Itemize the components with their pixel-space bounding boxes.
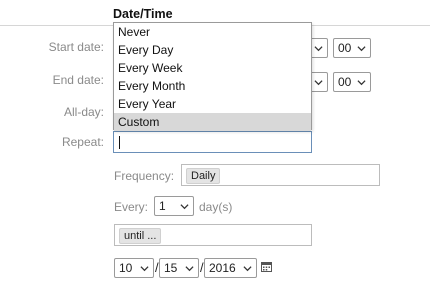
until-month-value: 10 <box>119 261 133 275</box>
frequency-value[interactable]: Daily <box>186 168 221 184</box>
option-every-month[interactable]: Every Month <box>114 77 311 95</box>
calendar-icon[interactable] <box>261 261 272 272</box>
option-every-week[interactable]: Every Week <box>114 59 311 77</box>
start-minute-select[interactable]: 00 <box>333 38 371 58</box>
every-unit-label: day(s) <box>199 200 233 214</box>
until-day-value: 15 <box>164 261 178 275</box>
end-minute-select[interactable]: 00 <box>333 72 371 92</box>
every-label: Every: <box>114 200 149 214</box>
until-day-select[interactable]: 15 <box>159 258 199 278</box>
until-year-value: 2016 <box>209 261 236 275</box>
start-date-label: Start date: <box>48 40 104 54</box>
chevron-down-icon <box>357 80 366 86</box>
every-interval-select[interactable]: 1 <box>154 196 194 216</box>
until-year-select[interactable]: 2016 <box>204 258 257 278</box>
chevron-down-icon <box>314 80 323 86</box>
option-every-year[interactable]: Every Year <box>114 95 311 113</box>
until-field[interactable]: until ... <box>114 224 312 246</box>
text-caret <box>119 136 120 149</box>
option-every-day[interactable]: Every Day <box>114 41 311 59</box>
frequency-field[interactable]: Daily <box>181 164 380 186</box>
repeat-input[interactable] <box>113 131 312 153</box>
frequency-label: Frequency: <box>114 169 175 183</box>
end-minute-value: 00 <box>338 75 352 89</box>
repeat-dropdown-list[interactable]: Never Every Day Every Week Every Month E… <box>113 22 312 131</box>
chevron-down-icon <box>185 266 194 272</box>
option-custom[interactable]: Custom <box>114 113 311 131</box>
allday-label: All-day: <box>63 105 104 119</box>
until-value[interactable]: until ... <box>119 228 162 244</box>
end-date-label: End date: <box>52 73 104 87</box>
chevron-down-icon <box>314 46 323 52</box>
repeat-label: Repeat: <box>61 135 104 149</box>
section-title: Date/Time <box>113 7 173 21</box>
every-interval-value: 1 <box>159 199 166 213</box>
chevron-down-icon <box>357 46 366 52</box>
option-never[interactable]: Never <box>114 23 311 41</box>
chevron-down-icon <box>180 204 189 210</box>
chevron-down-icon <box>140 266 149 272</box>
until-month-select[interactable]: 10 <box>114 258 154 278</box>
start-minute-value: 00 <box>338 41 352 55</box>
chevron-down-icon <box>243 266 252 272</box>
